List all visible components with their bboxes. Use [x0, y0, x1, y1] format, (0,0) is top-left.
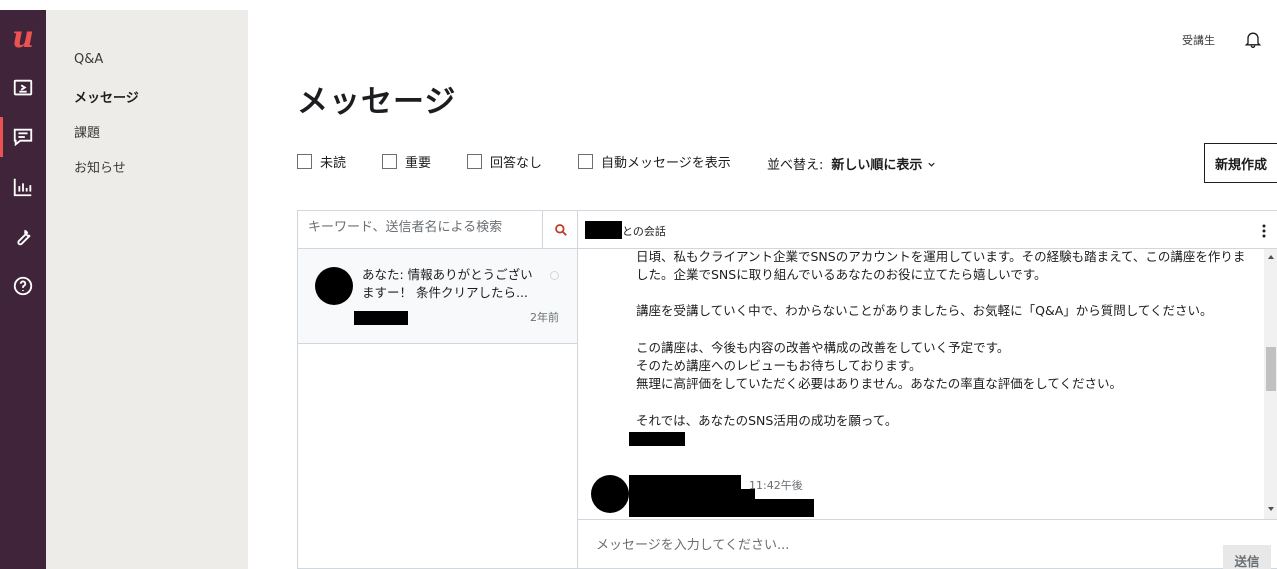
message-composer: 送信 — [578, 519, 1277, 569]
bell-icon — [1244, 32, 1262, 48]
message-paragraph: 無理に高評価をしていただく必要はありません。あなたの率直な評価をしてください。 — [636, 376, 1123, 391]
new-message-button[interactable]: 新規作成 — [1204, 143, 1277, 183]
rail-item-help[interactable] — [0, 266, 46, 306]
search-bar — [298, 211, 577, 249]
conversation-list: あなた: 情報ありがとうございますー！ 条件クリアしたら... 2年前 — [297, 210, 577, 569]
filter-no-reply[interactable]: 回答なし — [467, 152, 542, 171]
rail-item-courses[interactable] — [0, 68, 46, 108]
help-icon — [13, 276, 33, 296]
message-paragraph: そのため講座へのレビューもお待ちしております。 — [636, 358, 922, 373]
avatar — [315, 267, 353, 305]
role-switcher[interactable]: 受講生 — [1182, 32, 1215, 48]
redacted-signature — [629, 432, 685, 446]
scroll-up-arrow[interactable] — [1268, 255, 1274, 259]
scroll-down-arrow[interactable] — [1268, 507, 1274, 511]
message-time: 11:42午後 — [749, 479, 803, 492]
search-button[interactable] — [542, 211, 578, 249]
message-paragraph: 講座を受講していく中で、わからないことがありましたら、お気軽に「Q&A」から質問… — [636, 303, 1213, 318]
no-reply-checkbox[interactable] — [467, 154, 482, 169]
avatar — [591, 475, 629, 513]
message-paragraph: 日頃、私もクライアント企業でSNSのアカウントを運用しています。その経験も踏まえ… — [636, 249, 1246, 282]
left-rail: u — [0, 10, 46, 569]
conversation-item[interactable]: あなた: 情報ありがとうございますー！ 条件クリアしたら... 2年前 — [298, 249, 577, 344]
notifications-button[interactable] — [1243, 29, 1263, 53]
search-icon — [554, 224, 567, 236]
rail-item-tools[interactable] — [0, 216, 46, 256]
udemy-logo[interactable]: u — [0, 22, 46, 54]
rail-item-messages[interactable] — [0, 117, 46, 157]
chat-header: との会話 — [578, 211, 1277, 249]
filter-show-auto-label: 自動メッセージを表示 — [601, 156, 731, 171]
show-auto-checkbox[interactable] — [578, 154, 593, 169]
redacted-message-text — [629, 489, 755, 499]
redacted-sender-name — [629, 475, 741, 489]
subnav-item-qa[interactable]: Q&A — [74, 52, 103, 67]
filter-unread-label: 未読 — [320, 156, 347, 171]
bar-chart-icon — [13, 178, 32, 197]
subnav-item-announcements[interactable]: お知らせ — [74, 157, 126, 176]
redacted-sender-name — [354, 311, 408, 325]
important-checkbox[interactable] — [382, 154, 397, 169]
play-screen-icon — [13, 79, 33, 96]
subnav-item-messages[interactable]: メッセージ — [74, 87, 139, 106]
filter-important-label: 重要 — [405, 156, 432, 171]
sort-value: 新しい順に表示 — [831, 158, 923, 173]
message-thread: 日頃、私もクライアント企業でSNSのアカウントを運用しています。その経験も踏まえ… — [578, 249, 1277, 519]
send-button[interactable]: 送信 — [1223, 545, 1271, 569]
sort-dropdown[interactable]: 並べ替え: 新しい順に表示 — [767, 154, 936, 173]
filter-show-auto[interactable]: 自動メッセージを表示 — [578, 152, 731, 171]
unread-checkbox[interactable] — [297, 154, 312, 169]
redacted-partner-name — [585, 221, 622, 239]
chat-panel: との会話 日頃、私もクライアント企業でSNSのアカウントを運用しています。その経… — [577, 210, 1277, 569]
rail-item-performance[interactable] — [0, 167, 46, 207]
redacted-message-text — [629, 499, 814, 517]
chat-icon — [13, 128, 33, 147]
subnav-item-assignments[interactable]: 課題 — [74, 122, 100, 141]
filter-unread[interactable]: 未読 — [297, 152, 346, 171]
chat-title: との会話 — [622, 225, 666, 238]
conversation-time: 2年前 — [530, 311, 559, 324]
page-title: メッセージ — [297, 84, 457, 120]
conversation-preview: あなた: 情報ありがとうございますー！ 条件クリアしたら... — [362, 267, 533, 300]
chevron-down-icon — [927, 162, 935, 167]
filter-no-reply-label: 回答なし — [490, 156, 543, 171]
wrench-icon — [17, 229, 31, 246]
sort-label: 並べ替え: — [767, 158, 824, 173]
thread-scrollbar[interactable] — [1264, 249, 1277, 519]
message-input[interactable] — [596, 538, 1196, 553]
filter-important[interactable]: 重要 — [382, 152, 431, 171]
chat-options-button[interactable] — [1261, 223, 1267, 242]
search-input[interactable] — [308, 220, 538, 235]
more-vertical-icon — [1262, 224, 1266, 238]
mark-read-toggle[interactable] — [550, 271, 559, 280]
secondary-nav: Q&A メッセージ 課題 お知らせ — [46, 10, 248, 569]
message-paragraph: それでは、あなたのSNS活用の成功を願って。 — [636, 413, 898, 428]
message-paragraph: この講座は、今後も内容の改善や構成の改善をしていく予定です。 — [636, 340, 1010, 355]
scroll-thumb[interactable] — [1266, 347, 1276, 391]
